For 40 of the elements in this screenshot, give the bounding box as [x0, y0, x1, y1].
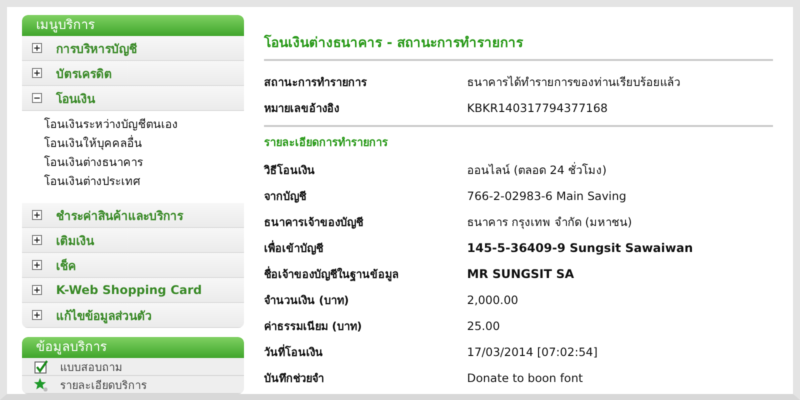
field-label: บันทึกช่วยจำ — [264, 371, 325, 387]
field-value: Donate to boon font — [467, 371, 583, 385]
collapse-icon[interactable] — [32, 93, 42, 103]
expand-icon[interactable] — [32, 310, 42, 320]
field-label: วิธีโอนเงิน — [264, 162, 316, 179]
expand-icon[interactable] — [32, 260, 42, 270]
field-value: 25.00 — [467, 319, 500, 333]
section-title: รายละเอียดการทำรายการ — [264, 135, 389, 151]
page-title: โอนเงินต่างธนาคาร - สถานะการทำรายการ — [264, 34, 524, 49]
field-value: ธนาคาร กรุงเทพ จำกัด (มหาชน) — [467, 214, 632, 231]
field-value: 145-5-36409-9 Sungsit Sawaiwan — [467, 241, 693, 255]
menu-header: เมนูบริการ — [22, 15, 244, 36]
field-label: วันที่โอนเงิน — [264, 343, 324, 361]
field-value: MR SUNGSIT SA — [467, 267, 574, 281]
expand-icon[interactable] — [32, 43, 42, 53]
submenu-link[interactable]: โอนเงินระหว่างบัญชีตนเอง — [44, 115, 244, 134]
field-label: จากบัญชี — [264, 189, 308, 205]
expand-icon[interactable] — [32, 235, 42, 245]
expand-icon[interactable] — [32, 210, 42, 220]
field-label: ชื่อเจ้าของบัญชีในฐานข้อมูล — [264, 265, 400, 283]
submenu-link[interactable]: โอนเงินให้บุคคลอื่น — [44, 134, 244, 153]
star-icon — [34, 378, 48, 392]
field-label: สถานะการทำรายการ — [264, 75, 368, 91]
field-label: ธนาคารเจ้าของบัญชี — [264, 215, 364, 231]
field-value: ออนไลน์ (ตลอด 24 ชั่วโมง) — [467, 161, 607, 179]
field-value: KBKR140317794377168 — [467, 101, 608, 115]
field-label: หมายเลขอ้างอิง — [264, 101, 340, 117]
field-label: จำนวนเงิน (บาท) — [264, 293, 350, 309]
info-header: ข้อมูลบริการ — [22, 337, 244, 358]
field-value: ธนาคารได้ทำรายการของท่านเรียบร้อยแล้ว — [467, 74, 680, 91]
expand-icon[interactable] — [32, 68, 42, 78]
field-value: 17/03/2014 [07:02:54] — [467, 345, 598, 359]
field-value: 766-2-02983-6 Main Saving — [467, 189, 626, 203]
submenu-link[interactable]: โอนเงินต่างธนาคาร — [44, 153, 244, 172]
expand-icon[interactable] — [32, 285, 42, 295]
field-label: ค่าธรรมเนียม (บาท) — [264, 319, 363, 335]
submenu-link[interactable]: โอนเงินต่างประเทศ — [44, 172, 244, 191]
checkbox-tick-icon — [34, 360, 48, 374]
field-label: เพื่อเข้าบัญชี — [264, 239, 324, 257]
field-value: 2,000.00 — [467, 293, 518, 307]
